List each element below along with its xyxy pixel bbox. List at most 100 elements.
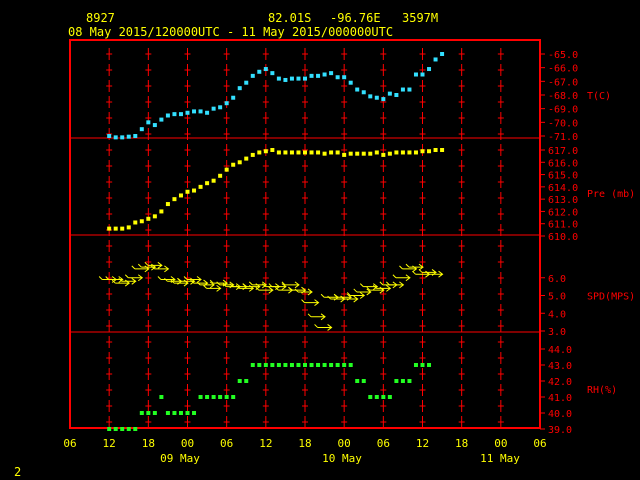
wind-arrow [307, 313, 326, 321]
point-temperature [178, 112, 183, 117]
panel-label-humidity: RH(%) [587, 385, 617, 396]
point-humidity [237, 379, 242, 383]
point-temperature [368, 94, 373, 99]
point-temperature [192, 109, 197, 114]
point-temperature [198, 109, 203, 114]
y-tick-label-pressure: 615.0 [548, 171, 578, 182]
point-pressure [224, 167, 229, 172]
point-humidity [270, 363, 275, 367]
y-tick-label-temperature: -68.0 [548, 91, 578, 102]
point-humidity [224, 395, 229, 399]
point-humidity [407, 379, 412, 383]
point-pressure [178, 193, 183, 198]
point-pressure [413, 150, 418, 155]
x-tick-label: 18 [142, 437, 155, 450]
point-humidity [394, 379, 399, 383]
point-temperature [120, 135, 125, 140]
point-pressure [329, 150, 334, 155]
point-temperature [165, 113, 170, 118]
point-humidity [374, 395, 379, 399]
point-pressure [342, 152, 347, 157]
point-humidity [152, 411, 157, 415]
y-tick-label-pressure: 614.0 [548, 183, 578, 194]
point-temperature [257, 69, 262, 74]
point-pressure [387, 151, 392, 156]
y-tick-label-humidity: 39.0 [548, 425, 572, 436]
point-pressure [165, 202, 170, 207]
point-temperature [107, 134, 112, 138]
y-tick-label-wind_speed: 4.0 [548, 309, 566, 320]
panel-label-wind_speed: SPD(MPS) [587, 292, 635, 303]
y-tick-label-temperature: -65.0 [548, 50, 578, 61]
point-temperature [303, 76, 307, 81]
meteogram-chart: -65.0 -66.0 -67.0 -68.0 -69.0 -70.0 -71.0 T(C) 6… [63, 39, 635, 465]
point-pressure [276, 150, 281, 155]
x-tick-label: 06 [377, 437, 390, 450]
point-temperature [309, 73, 314, 78]
point-pressure [303, 150, 307, 155]
point-humidity [427, 363, 432, 367]
point-humidity [335, 363, 340, 367]
point-humidity [113, 427, 118, 431]
point-humidity [361, 379, 366, 383]
point-temperature [244, 80, 249, 85]
point-temperature [335, 75, 340, 80]
y-tick-label-temperature: -70.0 [548, 118, 578, 129]
x-tick-label: 12 [416, 437, 429, 450]
x-tick-label: 06 [63, 437, 76, 450]
point-temperature [126, 134, 131, 139]
point-humidity [120, 427, 125, 431]
wind-arrow [301, 299, 320, 306]
point-temperature [381, 97, 386, 102]
x-tick-label: 06 [533, 437, 546, 450]
point-humidity [192, 411, 197, 415]
point-temperature [387, 91, 392, 96]
point-pressure [348, 151, 353, 156]
point-humidity [178, 411, 183, 415]
y-tick-label-humidity: 42.0 [548, 377, 572, 388]
point-temperature [205, 110, 210, 115]
point-pressure [427, 149, 432, 154]
point-pressure [316, 150, 321, 155]
point-humidity [276, 363, 281, 367]
wind-arrow [392, 274, 411, 282]
point-pressure [361, 151, 366, 156]
point-temperature [152, 123, 157, 128]
point-humidity [283, 363, 288, 367]
point-temperature [113, 135, 118, 140]
point-pressure [368, 151, 373, 156]
point-pressure [192, 188, 197, 193]
y-tick-label-pressure: 617.0 [548, 146, 578, 157]
point-humidity [244, 379, 249, 383]
point-pressure [407, 150, 412, 155]
y-tick-label-wind_speed: 3.0 [548, 327, 566, 338]
point-humidity [368, 395, 373, 399]
point-humidity [381, 395, 386, 399]
point-pressure [139, 219, 144, 224]
y-tick-label-humidity: 41.0 [548, 393, 572, 404]
point-temperature [316, 73, 321, 78]
point-pressure [120, 226, 125, 231]
point-temperature [263, 67, 268, 72]
point-temperature [146, 120, 151, 125]
point-humidity [322, 363, 327, 367]
y-tick-label-temperature: -71.0 [548, 132, 578, 143]
x-tick-label: 00 [494, 437, 507, 450]
point-pressure [400, 150, 405, 155]
point-humidity [400, 379, 405, 383]
point-humidity [198, 395, 203, 399]
point-humidity [205, 395, 210, 399]
point-temperature [283, 77, 288, 82]
y-tick-label-temperature: -67.0 [548, 77, 578, 88]
point-temperature [231, 95, 236, 100]
point-temperature [276, 76, 281, 81]
point-humidity [420, 363, 425, 367]
point-pressure [218, 173, 223, 178]
point-temperature [224, 101, 229, 106]
point-temperature [400, 87, 405, 92]
point-temperature [250, 73, 255, 78]
point-humidity [231, 395, 236, 399]
point-humidity [107, 427, 112, 431]
point-humidity [263, 363, 268, 367]
point-pressure [296, 150, 301, 155]
